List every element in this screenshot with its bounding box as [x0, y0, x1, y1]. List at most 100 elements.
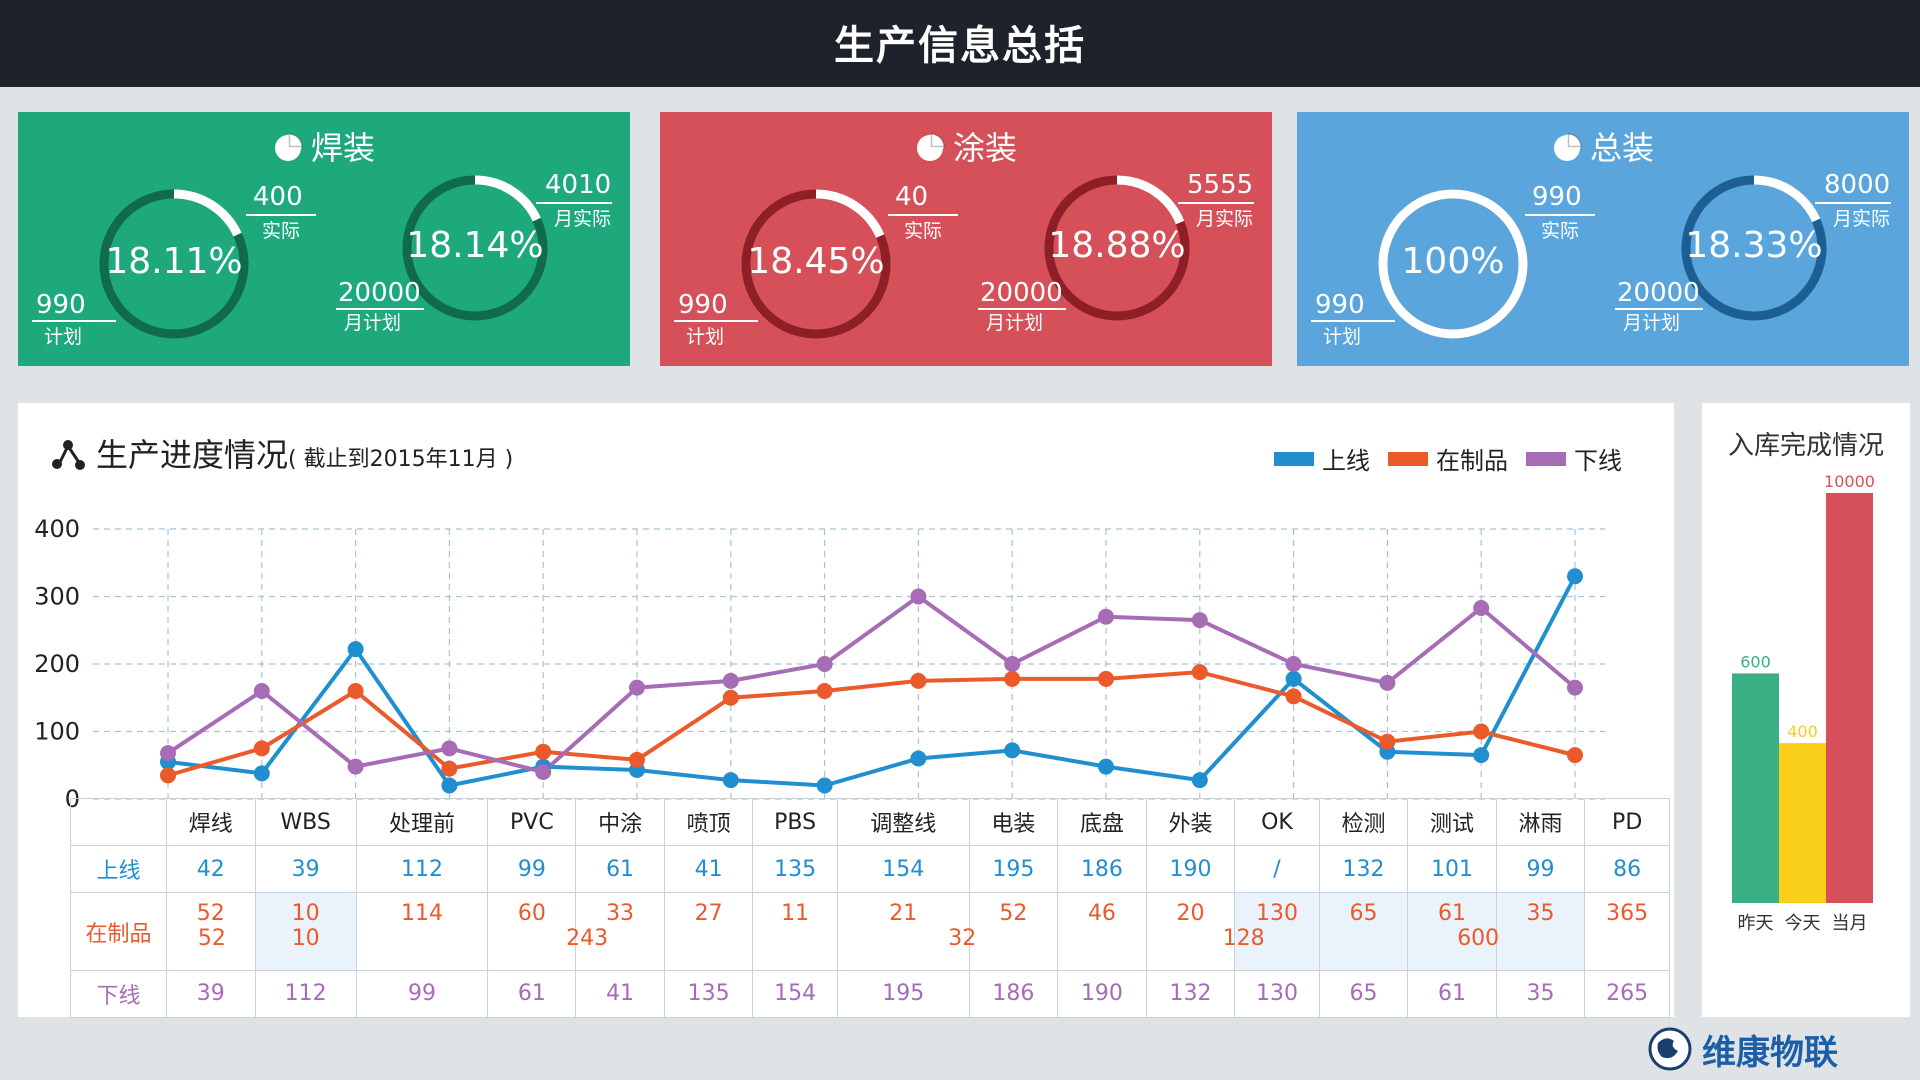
table-header-cell: 电装 [968, 797, 1059, 847]
data-point-2-15 [1567, 679, 1583, 696]
brand: 维康物联 [1648, 1024, 1838, 1074]
underline-divider [1615, 308, 1703, 310]
bar-category-label: 当月 [1832, 913, 1868, 934]
pie-chart-icon [1553, 133, 1582, 161]
data-point-1-5 [629, 751, 645, 768]
data-point-2-12 [1285, 656, 1302, 672]
table-cell: 154 [836, 845, 970, 894]
table-header-cell: WBS [254, 797, 357, 847]
monthly-ring: 18.88% [1043, 174, 1191, 322]
daily-actual-value: 990 [1532, 182, 1582, 212]
page-title: 生产信息总括 [834, 23, 1086, 69]
daily-actual-label: 实际 [1541, 220, 1580, 242]
data-point-1-11 [1191, 664, 1208, 681]
data-point-0-7 [816, 777, 833, 794]
table-cell: 195 [968, 845, 1059, 894]
monthly-actual-value: 4010 [545, 170, 612, 200]
series-line-0 [167, 575, 1577, 788]
table-cell: 99 [487, 845, 577, 894]
table-header-cell: 调整线 [836, 797, 970, 847]
table-header-cell: 外装 [1145, 797, 1236, 847]
table-corner-cell [70, 797, 167, 847]
table-cell: 135 [663, 969, 754, 1019]
legend-item-online: 上线 [1274, 441, 1370, 476]
underline-divider [1311, 320, 1395, 322]
data-point-0-2 [347, 641, 364, 658]
bar-data-label: 10000 [1824, 472, 1875, 491]
underline-divider [674, 320, 758, 322]
table-cell: 265 [1584, 969, 1670, 1019]
series-line-1 [167, 670, 1576, 778]
data-point-2-10 [1098, 608, 1114, 625]
table-cell: 190 [1145, 845, 1236, 894]
row-label: 在制品 [70, 892, 167, 971]
table-header-row: 焊线 WBS 处理前 PVC 中涂 喷顶 PBS 调整线 电装 底盘 外装 OK 检测 测试 淋雨 PD [70, 797, 1670, 847]
legend-item-offline: 下线 [1526, 441, 1622, 476]
table-cell: 114 [355, 892, 489, 971]
table-header-cell: PBS [752, 797, 838, 847]
table-header-cell: 喷顶 [663, 797, 754, 847]
row-label: 上线 [70, 845, 167, 894]
data-point-1-12 [1285, 688, 1302, 705]
kpi-title: 总装 [1297, 126, 1909, 170]
monthly-plan-value: 20000 [338, 278, 421, 308]
data-point-0-11 [1191, 772, 1208, 789]
monthly-plan-value: 20000 [980, 278, 1063, 308]
data-point-1-7 [816, 683, 833, 699]
data-point-0-3 [441, 777, 458, 794]
brand-name: 维康物联 [1702, 1032, 1838, 1073]
table-header-cell: OK [1234, 797, 1320, 847]
monthly-plan-label: 月计划 [1623, 312, 1681, 334]
table-cell: 186 [1057, 845, 1147, 894]
progress-title: 生产进度情况( 截止到2015年11月 ) [50, 433, 513, 482]
monthly-ring: 18.14% [401, 174, 549, 322]
table-cell: 65 [1318, 969, 1409, 1019]
data-point-1-4 [535, 743, 552, 760]
daily-plan-value: 990 [1315, 290, 1365, 320]
table-header-cell: 处理前 [355, 797, 489, 847]
data-point-1-0 [160, 767, 176, 784]
table-cell: 135 [752, 845, 838, 894]
bar-category-label: 昨天 [1738, 913, 1774, 934]
daily-ring: 18.45% [740, 188, 892, 340]
table-cell: 154 [752, 969, 838, 1019]
kpi-title: 涂装 [660, 126, 1272, 170]
table-header-cell: 淋雨 [1495, 797, 1586, 847]
data-point-2-14 [1473, 599, 1490, 616]
progress-subtitle: ( 截止到2015年11月 ) [288, 447, 514, 472]
data-point-2-6 [722, 672, 739, 689]
row-label: 下线 [70, 969, 167, 1019]
data-point-0-12 [1285, 670, 1302, 687]
data-point-0-10 [1098, 758, 1114, 775]
monthly-ring-percent: 18.33% [1685, 225, 1823, 266]
table-cell: 46 [1057, 892, 1147, 971]
table-row-online: 上线 42 39 112 99 61 41 135 154 195 186 190/132 101 99 8… [70, 845, 1670, 894]
daily-actual-value: 40 [895, 182, 929, 212]
table-cell: 132 [1318, 845, 1409, 894]
wip-subtotal: 600 [1457, 926, 1500, 951]
data-point-0-6 [722, 772, 739, 789]
table-cell: 186 [968, 969, 1059, 1019]
table-header-cell: 底盘 [1057, 797, 1147, 847]
pie-chart-icon [916, 133, 945, 161]
daily-plan-label: 计划 [44, 326, 83, 348]
daily-ring-percent: 18.45% [747, 241, 885, 282]
monthly-actual-label: 月实际 [1196, 208, 1254, 230]
table-cell: 130 [1234, 969, 1320, 1019]
underline-divider [978, 308, 1066, 310]
production-progress-panel: 0 100 200 300 400 生产进度情况( 截止到2015年11月 ) 上线 在… [18, 403, 1674, 1019]
data-point-0-9 [1004, 742, 1021, 759]
table-cell: 195 [836, 969, 970, 1019]
data-point-1-10 [1098, 670, 1114, 687]
bar-data-label: 400 [1787, 722, 1818, 741]
warehouse-panel: 入库完成情况 600 昨天 400 今天 10000 当月 [1702, 403, 1910, 1017]
table-row-offline: 下线 39 112 99 61 41 135 154 195 186 190 132 130 65 61 35… [70, 969, 1670, 1019]
table-cell: 41 [575, 969, 665, 1019]
data-point-2-8 [910, 588, 927, 605]
table-cell: 42 [166, 845, 256, 894]
kpi-title: 焊装 [18, 126, 630, 170]
data-point-1-1 [253, 740, 270, 757]
data-point-1-2 [347, 683, 364, 699]
monthly-actual-value: 8000 [1824, 170, 1891, 200]
table-cell: 61 [1407, 969, 1497, 1019]
